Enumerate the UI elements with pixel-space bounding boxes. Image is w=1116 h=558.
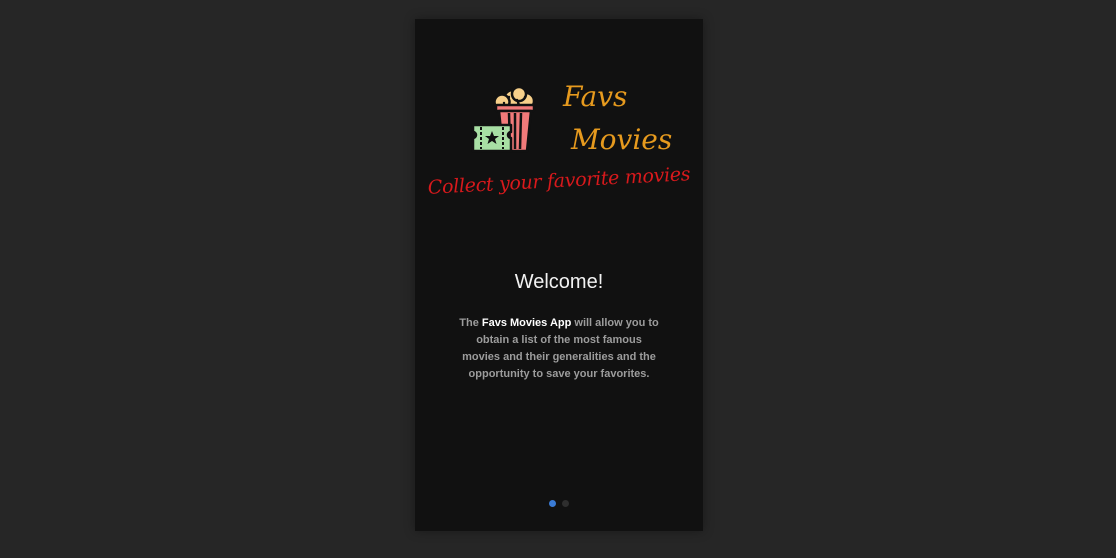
app-logo: Favs Movies Collect your favorite movies [415, 19, 703, 219]
onboarding-screen: Favs Movies Collect your favorite movies… [415, 19, 703, 531]
pagination-dots [415, 500, 703, 508]
pagination-dot-2[interactable] [562, 500, 569, 507]
brand-tagline: Collect your favorite movies [427, 163, 691, 199]
app-name: Favs Movies App [481, 317, 572, 329]
brand-name-line-1: Favs [563, 80, 628, 113]
welcome-title: Welcome! [514, 271, 604, 293]
welcome-text-before: The [459, 317, 482, 329]
welcome-description: The Favs Movies App will allow you to ob… [457, 315, 661, 383]
page: Favs Movies Collect your favorite movies… [0, 0, 1116, 558]
brand-name-line-2: Movies [571, 123, 673, 156]
popcorn-ticket-icon [471, 85, 536, 153]
pagination-dot-1[interactable] [549, 500, 556, 507]
